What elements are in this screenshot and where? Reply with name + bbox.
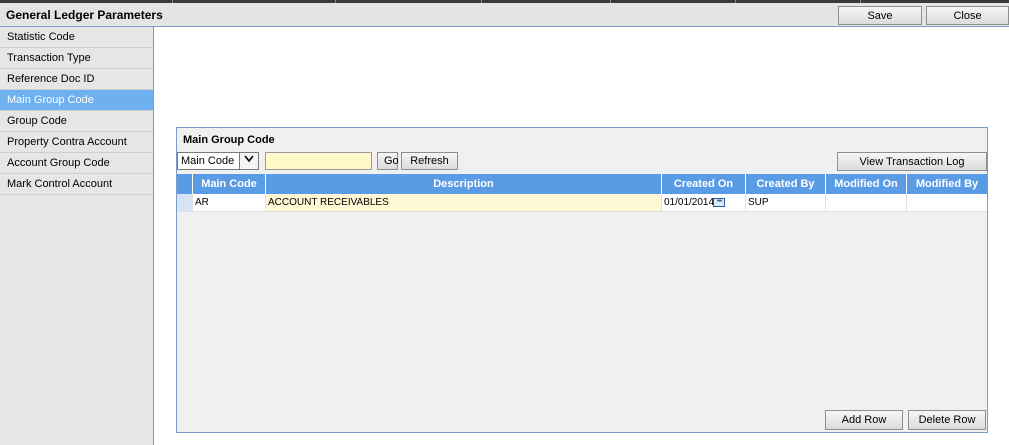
sidebar-nav: Statistic Code Transaction Type Referenc… <box>0 27 154 445</box>
sidebar-item-group-code[interactable]: Group Code <box>0 111 153 132</box>
column-header-created-by[interactable]: Created By <box>746 174 826 194</box>
panel-title: Main Group Code <box>183 134 275 146</box>
sidebar-item-account-group-code[interactable]: Account Group Code <box>0 153 153 174</box>
save-button[interactable]: Save <box>838 6 922 25</box>
table-row[interactable]: AR ACCOUNT RECEIVABLES ••• 01/01/2014 SU… <box>177 194 987 212</box>
title-bar: General Ledger Parameters Save Close <box>0 3 1009 27</box>
cell-created-on[interactable]: 01/01/2014 <box>662 194 746 211</box>
sidebar-item-reference-doc-id[interactable]: Reference Doc ID <box>0 69 153 90</box>
row-selector[interactable] <box>177 194 193 211</box>
sidebar-item-transaction-type[interactable]: Transaction Type <box>0 48 153 69</box>
delete-row-button[interactable]: Delete Row <box>908 410 986 430</box>
cell-created-by[interactable]: SUP <box>746 194 826 211</box>
sidebar-item-property-contra-account[interactable]: Property Contra Account <box>0 132 153 153</box>
add-row-button[interactable]: Add Row <box>825 410 903 430</box>
row-selector-header <box>177 174 193 194</box>
view-transaction-log-button[interactable]: View Transaction Log <box>837 152 987 171</box>
refresh-button[interactable]: Refresh <box>401 152 458 170</box>
grid-header: Main Code Description Created On Created… <box>177 174 987 194</box>
column-header-created-on[interactable]: Created On <box>662 174 746 194</box>
filter-field-select[interactable]: Main Code <box>177 152 259 170</box>
cell-description[interactable]: ACCOUNT RECEIVABLES ••• <box>266 194 725 211</box>
sidebar-item-main-group-code[interactable]: Main Group Code <box>0 90 153 111</box>
data-grid: Main Code Description Created On Created… <box>177 174 987 212</box>
go-button[interactable]: Go <box>377 152 399 170</box>
cell-modified-by[interactable] <box>907 194 987 211</box>
filter-select-value: Main Code <box>181 155 235 167</box>
cell-modified-on[interactable] <box>826 194 907 211</box>
column-header-modified-on[interactable]: Modified On <box>826 174 907 194</box>
cell-description-text: ACCOUNT RECEIVABLES <box>268 197 389 208</box>
sidebar-item-statistic-code[interactable]: Statistic Code <box>0 27 153 48</box>
sidebar-item-mark-control-account[interactable]: Mark Control Account <box>0 174 153 195</box>
chevron-down-icon[interactable] <box>239 153 258 169</box>
column-header-modified-by[interactable]: Modified By <box>907 174 987 194</box>
main-group-code-panel: Main Group Code Main Code Go Refresh Vie… <box>176 127 988 433</box>
column-header-main-code[interactable]: Main Code <box>193 174 266 194</box>
window-title: General Ledger Parameters <box>6 8 163 22</box>
filter-search-input[interactable] <box>265 152 372 170</box>
column-header-description[interactable]: Description <box>266 174 662 194</box>
cell-main-code[interactable]: AR <box>193 194 266 211</box>
close-button[interactable]: Close <box>926 6 1009 25</box>
